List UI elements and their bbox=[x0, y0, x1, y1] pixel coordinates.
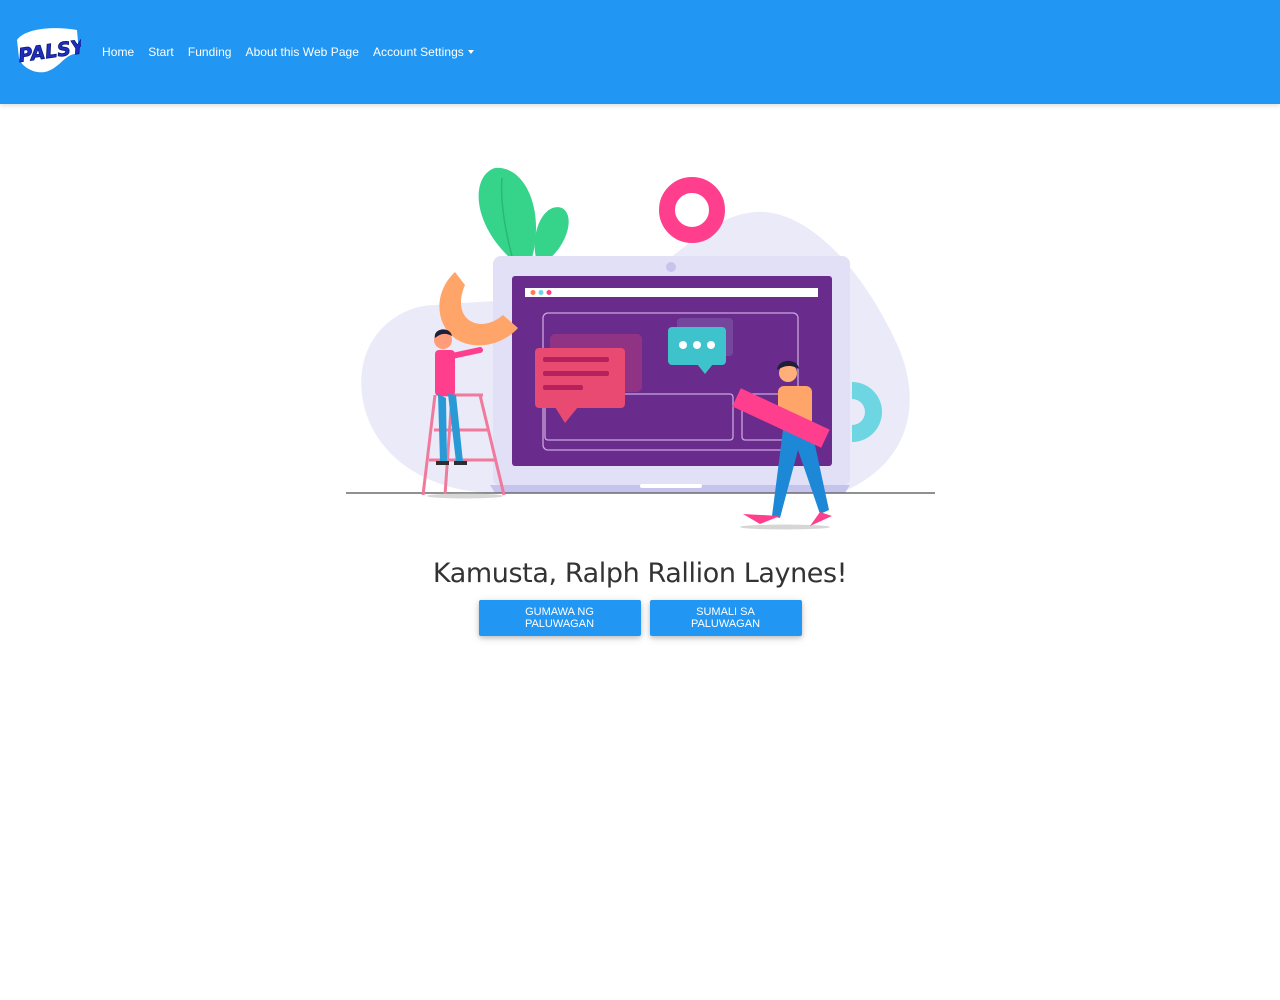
top-navbar: PALSYS Home Start Funding About this Web… bbox=[0, 0, 1280, 104]
hero-illustration bbox=[340, 160, 940, 535]
brand-logo[interactable]: PALSYS bbox=[15, 22, 100, 78]
nav-menu: Home Start Funding About this Web Page A… bbox=[95, 0, 481, 104]
create-paluwagan-button[interactable]: GUMAWA NG PALUWAGAN bbox=[478, 600, 641, 636]
nav-start[interactable]: Start bbox=[141, 45, 181, 59]
caret-down-icon bbox=[467, 50, 474, 54]
nav-about[interactable]: About this Web Page bbox=[239, 45, 366, 59]
nav-funding[interactable]: Funding bbox=[181, 45, 239, 59]
nav-account-settings-dropdown[interactable]: Account Settings bbox=[366, 45, 481, 59]
join-paluwagan-button[interactable]: SUMALI SA PALUWAGAN bbox=[649, 600, 802, 636]
action-buttons: GUMAWA NG PALUWAGAN SUMALI SA PALUWAGAN bbox=[0, 600, 1280, 636]
greeting-heading: Kamusta, Ralph Rallion Laynes! bbox=[432, 558, 848, 589]
nav-home[interactable]: Home bbox=[95, 45, 141, 59]
account-settings-label: Account Settings bbox=[373, 45, 464, 59]
